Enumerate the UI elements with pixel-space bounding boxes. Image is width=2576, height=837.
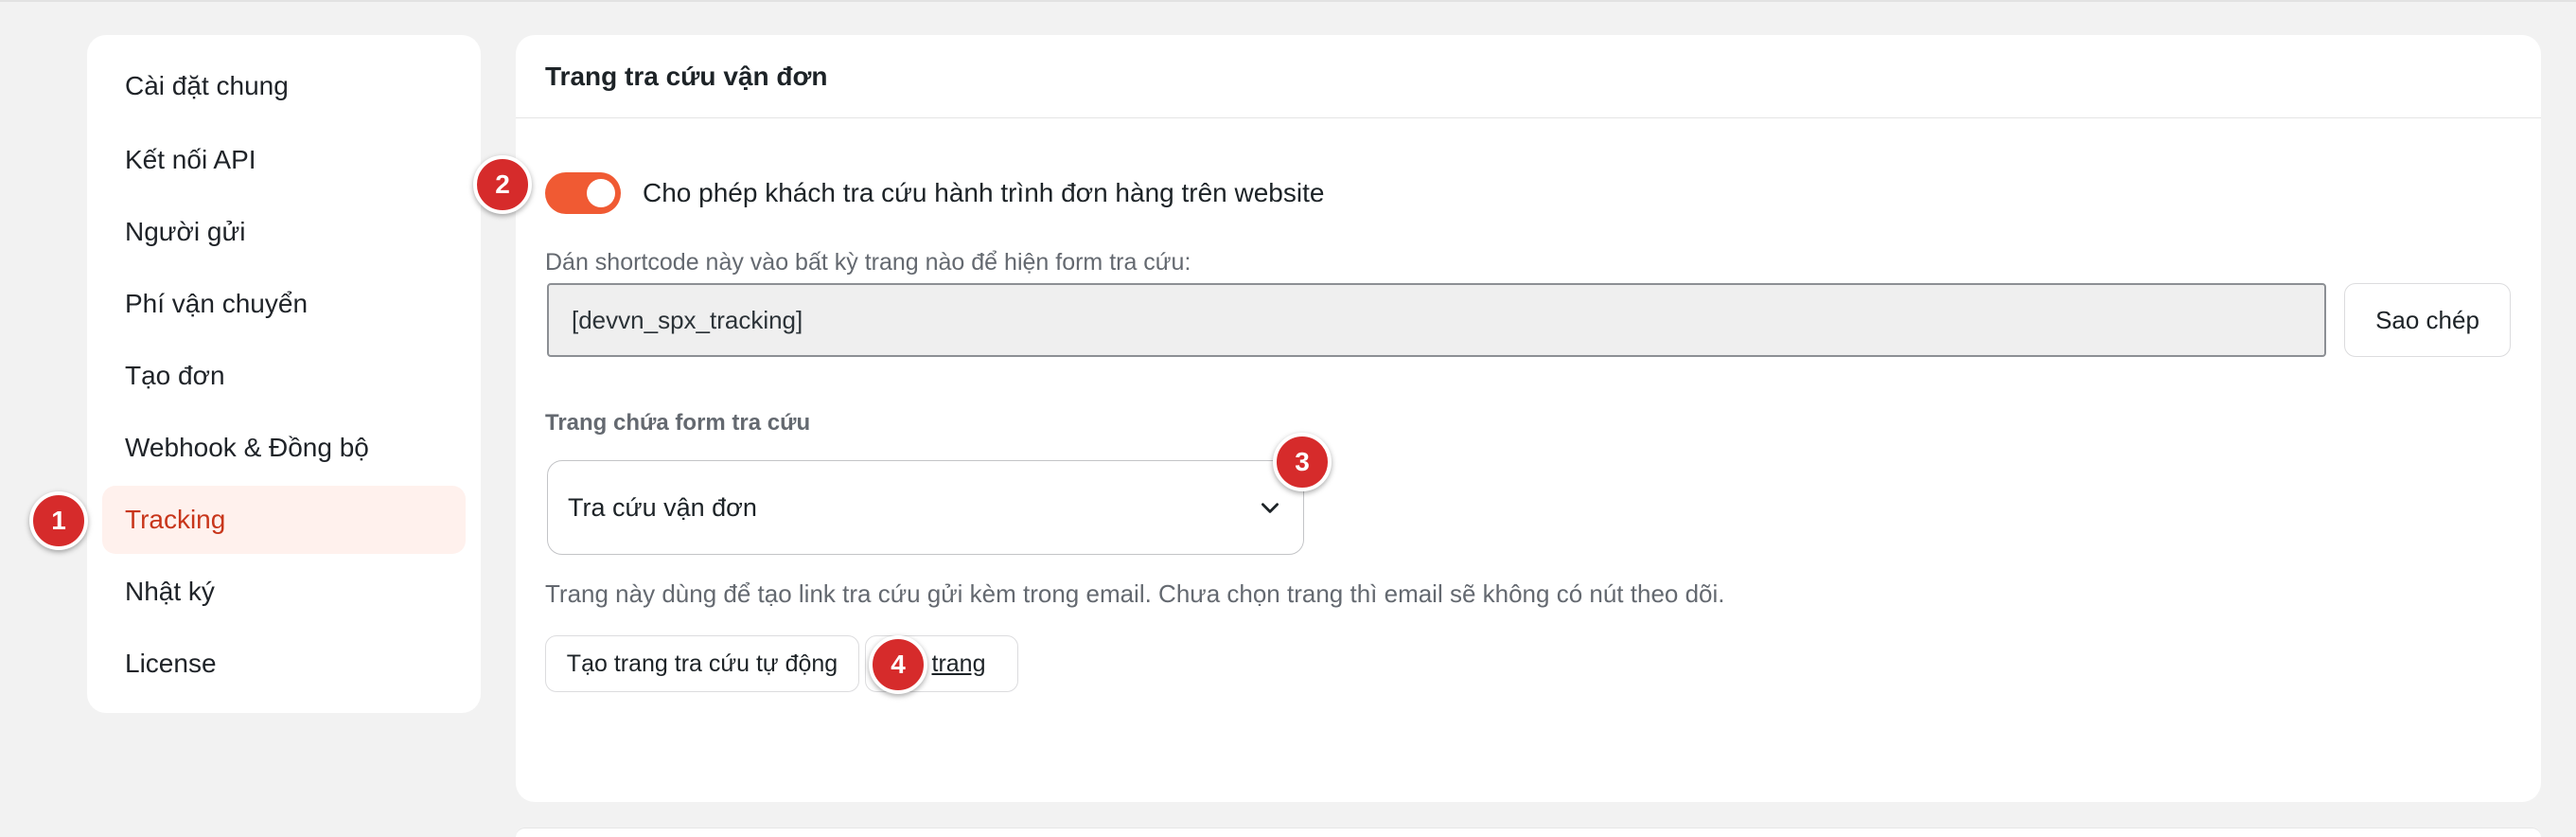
view-page-label: trang bbox=[931, 650, 986, 677]
panel-header: Trang tra cứu vận đơn bbox=[516, 35, 2541, 118]
shortcode-hint: Dán shortcode này vào bất kỳ trang nào đ… bbox=[545, 249, 1191, 276]
tracking-enable-toggle[interactable] bbox=[545, 172, 621, 214]
sidebar-item-shipping-fee[interactable]: Phí vận chuyển bbox=[102, 270, 466, 338]
sidebar-item-tracking[interactable]: Tracking bbox=[102, 486, 466, 554]
sidebar-item-label: License bbox=[125, 649, 217, 678]
tracking-enable-label: Cho phép khách tra cứu hành trình đơn hà… bbox=[643, 178, 1325, 207]
sidebar-item-label: Nhật ký bbox=[125, 577, 215, 606]
toggle-knob bbox=[587, 179, 615, 207]
annotation-marker-3: 3 bbox=[1273, 433, 1332, 491]
sidebar-item-create-order[interactable]: Tạo đơn bbox=[102, 342, 466, 410]
sidebar-item-log[interactable]: Nhật ký bbox=[102, 558, 466, 626]
annotation-marker-1: 1 bbox=[29, 491, 88, 550]
tracking-settings-panel: Trang tra cứu vận đơn Cho phép khách tra… bbox=[516, 35, 2541, 802]
next-panel-edge bbox=[516, 828, 2541, 837]
selected-page-value: Tra cứu vận đơn bbox=[568, 492, 757, 522]
settings-sidebar: Cài đặt chung Kết nối API Người gửi Phí … bbox=[87, 35, 481, 713]
sidebar-item-label: Người gửi bbox=[125, 217, 246, 246]
sidebar-item-general[interactable]: Cài đặt chung bbox=[102, 52, 466, 120]
sidebar-item-api[interactable]: Kết nối API bbox=[102, 126, 466, 194]
shortcode-field[interactable] bbox=[547, 283, 2326, 357]
sidebar-item-label: Tracking bbox=[125, 505, 226, 534]
sidebar-item-label: Kết nối API bbox=[125, 145, 256, 174]
sidebar-item-label: Tạo đơn bbox=[125, 361, 225, 390]
page-select-help: Trang này dùng để tạo link tra cứu gửi k… bbox=[545, 579, 1725, 608]
chevron-down-icon bbox=[1262, 503, 1279, 513]
page-select-label: Trang chứa form tra cứu bbox=[545, 410, 811, 436]
tracking-page-select[interactable]: Tra cứu vận đơn bbox=[547, 460, 1304, 555]
top-divider bbox=[0, 0, 2576, 2]
sidebar-item-sender[interactable]: Người gửi bbox=[102, 198, 466, 266]
sidebar-item-label: Phí vận chuyển bbox=[125, 289, 309, 318]
sidebar-item-webhook-sync[interactable]: Webhook & Đồng bộ bbox=[102, 414, 466, 482]
sidebar-item-license[interactable]: License bbox=[102, 630, 466, 698]
sidebar-item-label: Cài đặt chung bbox=[125, 71, 289, 100]
sidebar-item-label: Webhook & Đồng bộ bbox=[125, 433, 369, 462]
panel-title: Trang tra cứu vận đơn bbox=[545, 61, 828, 91]
copy-shortcode-button[interactable]: Sao chép bbox=[2344, 283, 2511, 357]
annotation-marker-4: 4 bbox=[869, 635, 927, 694]
create-tracking-page-button[interactable]: Tạo trang tra cứu tự động bbox=[545, 635, 859, 692]
annotation-marker-2: 2 bbox=[473, 155, 532, 214]
